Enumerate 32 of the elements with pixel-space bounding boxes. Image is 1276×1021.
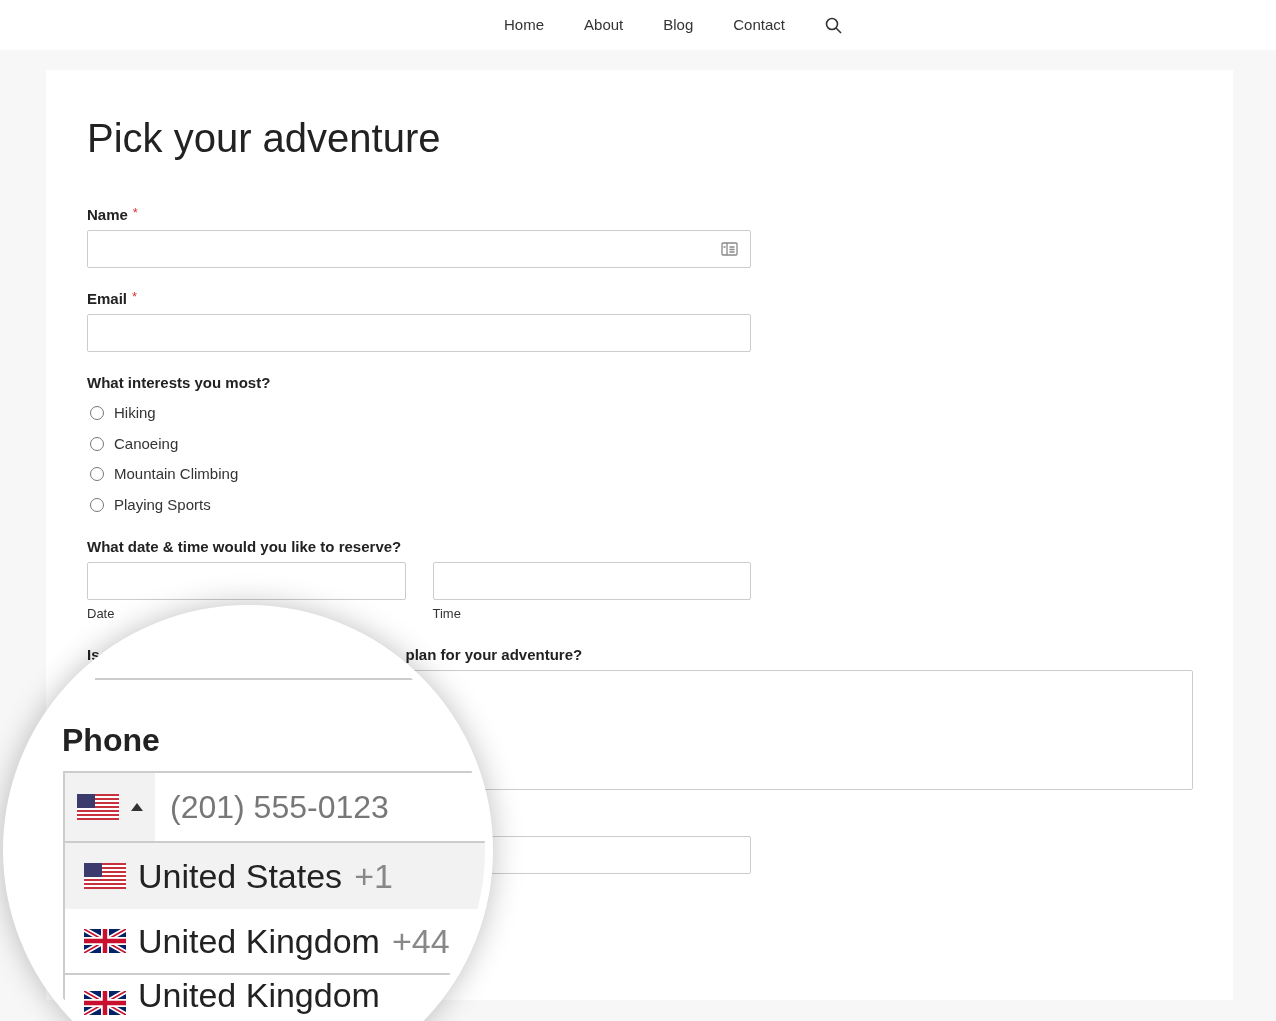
page-title: Pick your adventure	[87, 115, 442, 162]
field-label: Email	[87, 290, 128, 308]
option-label: Hiking	[114, 403, 156, 423]
phone-input-field[interactable]: (201) 555-0123	[155, 771, 485, 843]
nav-link[interactable]: Home	[504, 13, 545, 37]
required-mark: *	[132, 206, 138, 220]
country-dropdown[interactable]	[63, 771, 155, 843]
field-label: Name	[87, 206, 128, 224]
field-label: Phone	[62, 721, 160, 759]
text-input-field[interactable]	[432, 562, 751, 600]
nav-link[interactable]: About	[584, 13, 624, 37]
text-input-field[interactable]	[87, 230, 751, 268]
nav-link[interactable]: Contact	[733, 13, 785, 37]
field-sublabel: Date	[87, 605, 116, 623]
option-label: Playing Sports	[114, 494, 211, 515]
search-icon[interactable]	[824, 16, 842, 34]
cross-flag-icon	[84, 991, 126, 1015]
country-option[interactable]: United States +1	[65, 843, 485, 909]
text-input-field[interactable]	[87, 562, 406, 600]
question-label: What interests you most?	[87, 374, 272, 392]
required-mark: *	[132, 290, 138, 304]
text-input-field[interactable]	[87, 314, 751, 352]
nav-link[interactable]: Blog	[663, 13, 694, 37]
question-label: plan for your adventure?	[405, 645, 583, 664]
option-label: Mountain Climbing	[114, 464, 239, 484]
field-sublabel: Time	[432, 605, 462, 623]
contact-card-icon	[721, 242, 738, 256]
question-label: What date & time would you like to reserve?	[87, 538, 403, 556]
striped-flag-icon	[84, 863, 126, 889]
striped-flag-icon	[77, 794, 119, 820]
cross-flag-icon	[84, 929, 126, 953]
option-label: Canoeing	[114, 433, 179, 454]
